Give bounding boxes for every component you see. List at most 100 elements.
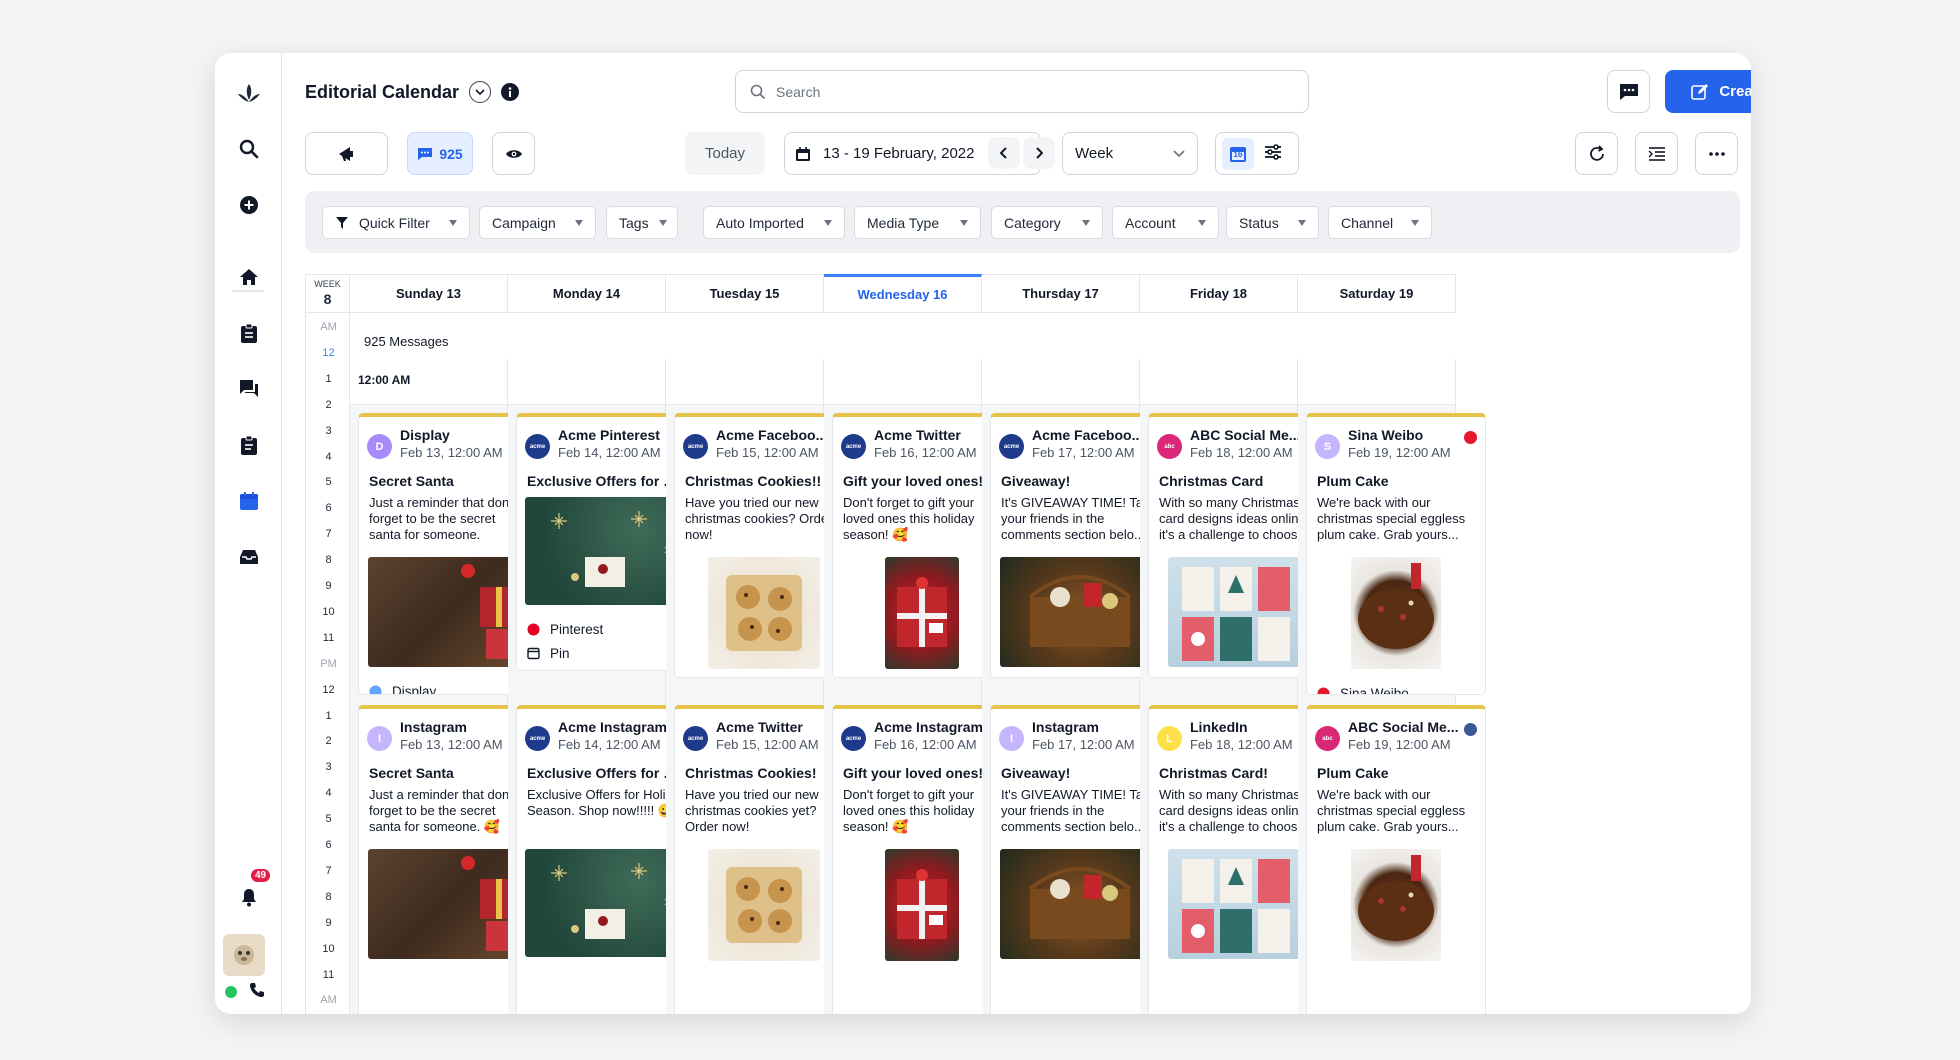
post-meta-text: Display bbox=[392, 683, 437, 695]
view-mode-toggle[interactable]: 16 bbox=[1215, 132, 1299, 175]
caret-down-icon bbox=[1411, 219, 1419, 226]
day-header[interactable]: Thursday 17 bbox=[982, 274, 1140, 313]
day-column: abc ABC Social Me... Feb 18, 12:00 AM Chris… bbox=[1140, 359, 1328, 1014]
hour-label: 12 bbox=[322, 346, 335, 359]
create-post-button[interactable]: Create Post bbox=[1665, 70, 1751, 113]
filter-campaign[interactable]: Campaign bbox=[479, 206, 596, 239]
calendar-view-icon[interactable]: 16 bbox=[1222, 137, 1254, 170]
post-image[interactable] bbox=[525, 849, 687, 957]
day-column: acme Acme Twitter Feb 16, 12:00 AM Gift you… bbox=[824, 359, 1012, 1014]
view-select[interactable]: Week bbox=[1062, 132, 1198, 175]
filter-label: Status bbox=[1239, 214, 1279, 231]
filter-label: Category bbox=[1004, 214, 1061, 231]
time-slot[interactable]: 12:00 AM bbox=[350, 359, 507, 405]
week-calendar: WEEK 8 Sunday 13 Monday 14 Tuesday 15 Wedne… bbox=[305, 274, 1751, 1014]
next-week-button[interactable] bbox=[1023, 137, 1055, 169]
account-avatar: acme bbox=[841, 726, 866, 751]
search-icon[interactable] bbox=[229, 129, 269, 169]
clipboard-icon[interactable] bbox=[229, 313, 269, 353]
list-settings-icon[interactable] bbox=[1264, 143, 1282, 164]
day-header[interactable]: Wednesday 16 bbox=[824, 274, 982, 313]
previous-week-button[interactable] bbox=[988, 137, 1020, 169]
filter-account[interactable]: Account bbox=[1112, 206, 1219, 239]
post-card[interactable]: S Sina Weibo Feb 19, 12:00 AM Plum Cake We'r… bbox=[1306, 413, 1486, 695]
layout-options-button[interactable] bbox=[1635, 132, 1678, 175]
title-dropdown-chevron-icon[interactable] bbox=[469, 81, 492, 103]
post-image[interactable] bbox=[708, 849, 820, 961]
filter-status[interactable]: Status bbox=[1226, 206, 1319, 239]
search-bar[interactable] bbox=[735, 70, 1309, 113]
brand-logo-icon[interactable] bbox=[229, 73, 269, 113]
post-date: Feb 14, 12:00 AM bbox=[558, 737, 661, 752]
bell-icon[interactable]: 49 bbox=[229, 869, 271, 917]
account-avatar: acme bbox=[525, 434, 550, 459]
post-image[interactable] bbox=[885, 849, 959, 961]
post-image[interactable] bbox=[525, 497, 687, 605]
time-slot[interactable] bbox=[1140, 359, 1297, 405]
time-slot[interactable] bbox=[1298, 359, 1455, 405]
filter-quick-filter[interactable]: Quick Filter bbox=[322, 206, 470, 239]
message-count-button[interactable]: 925 bbox=[407, 132, 473, 175]
time-slot[interactable] bbox=[982, 359, 1139, 405]
day-header[interactable]: Monday 14 bbox=[508, 274, 666, 313]
chat-icon[interactable] bbox=[229, 368, 269, 408]
account-name: Instagram bbox=[400, 719, 467, 735]
post-image[interactable] bbox=[1168, 849, 1308, 959]
filter-channel[interactable]: Channel bbox=[1328, 206, 1432, 239]
filter-auto-imported[interactable]: Auto Imported bbox=[703, 206, 845, 239]
post-image[interactable] bbox=[368, 849, 528, 959]
day-header[interactable]: Sunday 13 bbox=[350, 274, 508, 313]
post-date: Feb 17, 12:00 AM bbox=[1032, 737, 1135, 752]
hour-label: 9 bbox=[325, 916, 332, 929]
info-icon[interactable] bbox=[501, 83, 520, 101]
hour-label: 4 bbox=[325, 450, 332, 463]
time-slot[interactable] bbox=[508, 359, 665, 405]
tasks-icon[interactable] bbox=[229, 425, 269, 465]
post-image[interactable] bbox=[1000, 849, 1160, 959]
user-avatar[interactable] bbox=[223, 934, 265, 976]
messages-button[interactable] bbox=[1607, 70, 1650, 113]
message-count: 925 bbox=[439, 145, 463, 162]
weibo-icon bbox=[1464, 431, 1477, 444]
today-button[interactable]: Today bbox=[685, 132, 765, 175]
search-input[interactable] bbox=[776, 83, 1256, 100]
post-body: We're back with our christmas special eg… bbox=[1317, 495, 1466, 542]
post-image[interactable] bbox=[368, 557, 528, 667]
campaign-button[interactable] bbox=[305, 132, 388, 175]
post-date: Feb 15, 12:00 AM bbox=[716, 445, 819, 460]
inbox-icon[interactable] bbox=[229, 537, 269, 577]
add-icon[interactable] bbox=[229, 185, 269, 225]
day-header[interactable]: Friday 18 bbox=[1140, 274, 1298, 313]
post-date: Feb 16, 12:00 AM bbox=[874, 445, 977, 460]
account-avatar: D bbox=[367, 434, 392, 459]
post-image[interactable] bbox=[1351, 557, 1441, 669]
phone-icon[interactable] bbox=[249, 982, 265, 998]
more-options-button[interactable] bbox=[1695, 132, 1738, 175]
preview-toggle-button[interactable] bbox=[492, 132, 535, 175]
post-image[interactable] bbox=[1000, 557, 1160, 667]
time-slot[interactable] bbox=[824, 359, 981, 405]
account-avatar: abc bbox=[1315, 726, 1340, 751]
post-date: Feb 13, 12:00 AM bbox=[400, 445, 503, 460]
post-image[interactable] bbox=[708, 557, 820, 669]
day-header[interactable]: Saturday 19 bbox=[1298, 274, 1456, 313]
post-image[interactable] bbox=[1168, 557, 1308, 667]
time-slot[interactable] bbox=[666, 359, 823, 405]
page-title: Editorial Calendar bbox=[305, 81, 460, 102]
home-icon[interactable] bbox=[229, 257, 269, 297]
more-horizontal-icon bbox=[1708, 151, 1725, 156]
calendar-icon[interactable] bbox=[229, 481, 269, 521]
refresh-button[interactable] bbox=[1575, 132, 1618, 175]
filter-bar: Quick Filter Campaign Tags Auto Imported… bbox=[305, 191, 1740, 253]
filter-label: Quick Filter bbox=[359, 214, 430, 231]
post-meta-text: Pinterest bbox=[550, 621, 604, 637]
day-header[interactable]: Tuesday 15 bbox=[666, 274, 824, 313]
post-image[interactable] bbox=[1351, 849, 1441, 961]
filter-tags[interactable]: Tags bbox=[606, 206, 678, 239]
post-image[interactable] bbox=[885, 557, 959, 669]
post-card[interactable]: abc ABC Social Me... Feb 19, 12:00 AM Plum … bbox=[1306, 705, 1486, 1014]
filter-media-type[interactable]: Media Type bbox=[854, 206, 981, 239]
hour-label: 4 bbox=[325, 787, 332, 800]
filter-category[interactable]: Category bbox=[991, 206, 1103, 239]
day-column: acme Acme Faceboo... Feb 15, 12:00 AM Chris… bbox=[666, 359, 854, 1014]
